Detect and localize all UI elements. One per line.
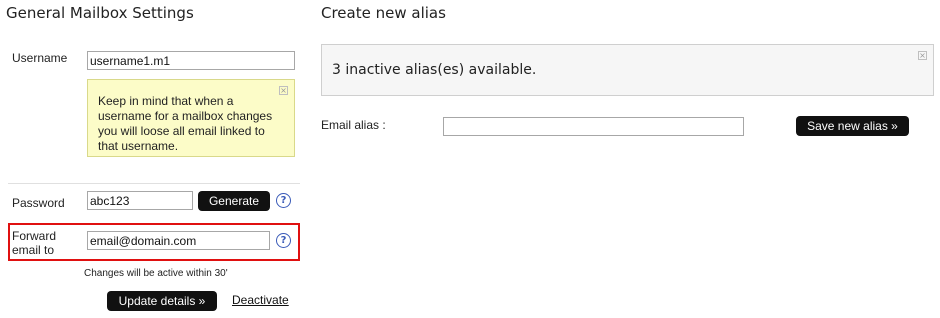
- general-settings-title: General Mailbox Settings: [6, 4, 194, 22]
- divider: [8, 183, 300, 184]
- close-icon[interactable]: ×: [918, 51, 927, 60]
- username-label: Username: [12, 51, 68, 65]
- update-details-button[interactable]: Update details »: [107, 291, 217, 311]
- create-alias-title: Create new alias: [321, 4, 446, 22]
- password-input[interactable]: [87, 191, 193, 210]
- close-icon[interactable]: ×: [279, 86, 288, 95]
- email-alias-label: Email alias :: [321, 118, 386, 132]
- username-warning-note: Keep in mind that when a username for a …: [87, 79, 295, 157]
- generate-button[interactable]: Generate: [198, 191, 270, 211]
- password-label: Password: [12, 196, 65, 210]
- username-input[interactable]: [87, 51, 295, 70]
- help-circle-icon[interactable]: ?: [276, 193, 291, 208]
- forward-email-input[interactable]: [87, 231, 270, 250]
- forward-email-label: Forward email to: [12, 229, 57, 257]
- help-circle-icon[interactable]: ?: [276, 233, 291, 248]
- alias-info-text: 3 inactive alias(es) available.: [332, 62, 537, 78]
- email-alias-input[interactable]: [443, 117, 744, 136]
- alias-info-box: 3 inactive alias(es) available. ×: [321, 44, 934, 96]
- save-new-alias-button[interactable]: Save new alias »: [796, 116, 909, 136]
- deactivate-link[interactable]: Deactivate: [232, 293, 289, 307]
- username-warning-text: Keep in mind that when a username for a …: [98, 94, 273, 153]
- changes-note: Changes will be active within 30': [84, 268, 228, 279]
